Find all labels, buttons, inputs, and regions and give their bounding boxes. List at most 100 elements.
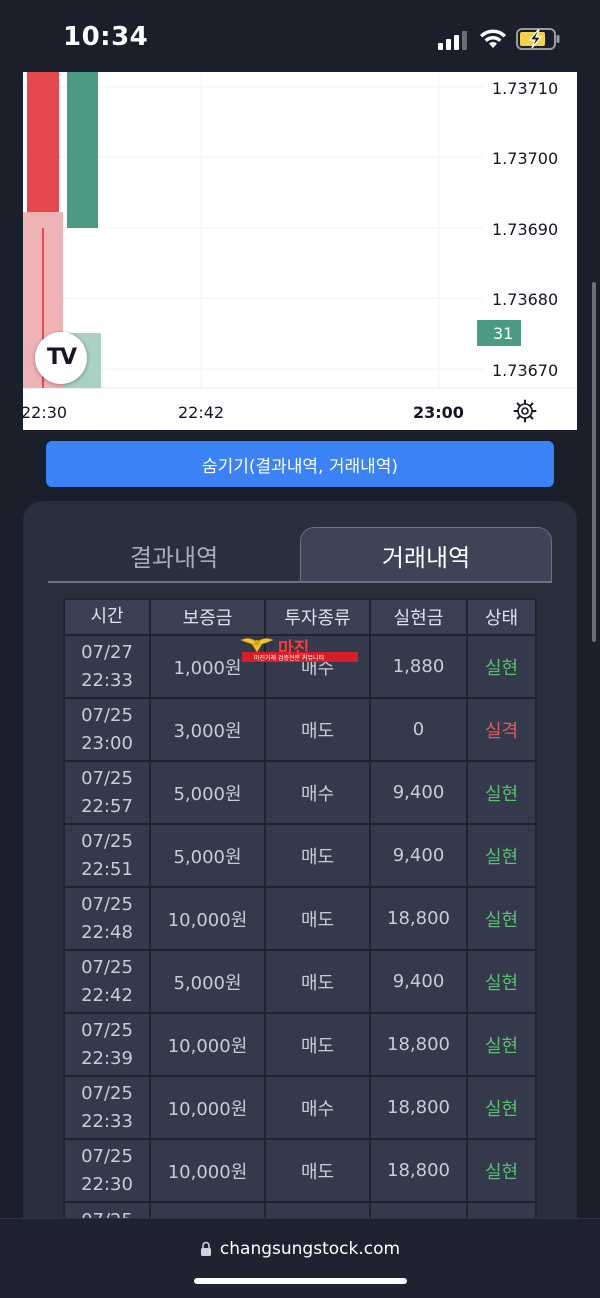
battery-charging-icon — [516, 28, 560, 50]
tradingview-logo-text: TV — [46, 345, 77, 370]
cell-clock: 22:30 — [81, 1173, 133, 1195]
cell-date: 07/25 — [81, 767, 133, 789]
cell-time: 07/25 23:00 — [63, 699, 151, 760]
browser-bottom-bar: changsungstock.com — [0, 1218, 600, 1298]
table-row: 07/25 22:42 5,000원 매도 9,400 실현 — [63, 951, 537, 1014]
table-row: 07/25 22:48 10,000원 매도 18,800 실현 — [63, 888, 537, 951]
price-chart[interactable]: 1.73710 1.73700 1.73690 1.73680 1.73670 … — [23, 72, 577, 430]
home-indicator[interactable] — [194, 1278, 407, 1284]
price-label: 1.73670 — [492, 361, 558, 380]
chart-canvas[interactable]: 1.73710 1.73700 1.73690 1.73680 1.73670 … — [23, 72, 577, 430]
cell-clock: 22:51 — [81, 858, 133, 880]
history-panel: 결과내역 거래내역 시간 보증금 투자종류 실현금 상태 07/27 22:33 … — [23, 501, 577, 1261]
cell-clock: 22:57 — [81, 795, 133, 817]
cell-deposit: 3,000원 — [151, 699, 266, 760]
time-label: 22:42 — [178, 403, 224, 422]
cell-realized: 18,800 — [371, 888, 468, 949]
price-label: 1.73700 — [492, 149, 558, 168]
cell-status: 실현 — [468, 951, 537, 1012]
cellular-signal-icon — [438, 31, 467, 50]
cell-status: 실현 — [468, 888, 537, 949]
cell-status: 실현 — [468, 1077, 537, 1138]
time-label: 23:00 — [413, 403, 464, 422]
cell-clock: 22:33 — [81, 669, 133, 691]
cell-status: 실현 — [468, 1140, 537, 1201]
cell-deposit: 10,000원 — [151, 1014, 266, 1075]
cell-status: 실격 — [468, 699, 537, 760]
table-row: 07/25 22:33 10,000원 매수 18,800 실현 — [63, 1077, 537, 1140]
cell-time: 07/25 22:42 — [63, 951, 151, 1012]
current-price-badge-text: 31 — [493, 324, 513, 343]
table-row: 07/25 23:00 3,000원 매도 0 실격 — [63, 699, 537, 762]
cell-status: 실현 — [468, 1014, 537, 1075]
cell-deposit: 5,000원 — [151, 825, 266, 886]
cell-time: 07/25 22:51 — [63, 825, 151, 886]
cell-realized: 9,400 — [371, 951, 468, 1012]
cell-deposit: 10,000원 — [151, 1140, 266, 1201]
status-bar: 10:34 — [0, 0, 600, 72]
cell-time: 07/25 22:39 — [63, 1014, 151, 1075]
cell-type: 매도 — [266, 1140, 371, 1201]
cell-date: 07/25 — [81, 1145, 133, 1167]
header-time: 시간 — [63, 600, 151, 634]
cell-type: 매수 — [266, 762, 371, 823]
header-type: 투자종류 — [266, 600, 371, 634]
hide-history-button[interactable]: 숨기기(결과내역, 거래내역) — [46, 441, 554, 487]
cell-deposit: 5,000원 — [151, 762, 266, 823]
table-header-row: 시간 보증금 투자종류 실현금 상태 — [63, 598, 537, 636]
trade-history-table: 시간 보증금 투자종류 실현금 상태 07/27 22:33 1,000원 매수 … — [63, 598, 537, 1261]
cell-type: 매도 — [266, 951, 371, 1012]
tab-results[interactable]: 결과내역 — [48, 527, 300, 583]
cell-clock: 22:48 — [81, 921, 133, 943]
cell-time: 07/25 22:33 — [63, 1077, 151, 1138]
cell-date: 07/25 — [81, 1082, 133, 1104]
watermark-subtitle: 마진거래 검증전문 커뮤니티 — [254, 655, 325, 662]
url-text: changsungstock.com — [219, 1239, 401, 1259]
price-label: 1.73710 — [492, 79, 558, 98]
table-row: 07/25 22:30 10,000원 매도 18,800 실현 — [63, 1140, 537, 1203]
cell-time: 07/25 22:57 — [63, 762, 151, 823]
lock-icon — [200, 1241, 211, 1256]
cell-clock: 22:42 — [81, 984, 133, 1006]
cell-date: 07/25 — [81, 1019, 133, 1041]
watermark-logo: 마진 마진거래 검증전문 커뮤니티 — [240, 634, 360, 664]
cell-time: 07/25 22:30 — [63, 1140, 151, 1201]
cell-date: 07/25 — [81, 893, 133, 915]
price-label: 1.73690 — [492, 220, 558, 239]
cell-realized: 1,880 — [371, 636, 468, 697]
cell-type: 매수 — [266, 1077, 371, 1138]
address-bar[interactable]: changsungstock.com — [0, 1239, 600, 1259]
cell-time: 07/25 22:48 — [63, 888, 151, 949]
header-realized: 실현금 — [371, 600, 468, 634]
time-label: 22:30 — [23, 403, 67, 422]
gear-icon[interactable] — [513, 399, 537, 423]
price-label: 1.73680 — [492, 290, 558, 309]
tab-trades[interactable]: 거래내역 — [300, 527, 552, 583]
cell-date: 07/27 — [81, 641, 133, 663]
cell-realized: 9,400 — [371, 762, 468, 823]
candle-down-1 — [27, 72, 59, 228]
cell-date: 07/25 — [81, 956, 133, 978]
status-time: 10:34 — [63, 22, 149, 52]
cell-realized: 9,400 — [371, 825, 468, 886]
cell-type: 매도 — [266, 825, 371, 886]
cell-time: 07/27 22:33 — [63, 636, 151, 697]
cell-deposit: 10,000원 — [151, 1077, 266, 1138]
tab-divider — [48, 581, 552, 583]
header-deposit: 보증금 — [151, 600, 266, 634]
candle-up-1 — [67, 72, 98, 228]
wifi-icon — [480, 29, 506, 48]
scrollbar[interactable] — [592, 282, 596, 642]
cell-date: 07/25 — [81, 830, 133, 852]
cell-clock: 22:33 — [81, 1110, 133, 1132]
header-status: 상태 — [468, 600, 537, 634]
cell-realized: 18,800 — [371, 1140, 468, 1201]
cell-deposit: 10,000원 — [151, 888, 266, 949]
cell-clock: 23:00 — [81, 732, 133, 754]
cell-realized: 18,800 — [371, 1014, 468, 1075]
cell-realized: 18,800 — [371, 1077, 468, 1138]
tradingview-logo[interactable]: TV — [35, 332, 87, 384]
eagle-emblem-icon — [240, 638, 274, 653]
cell-type: 매도 — [266, 1014, 371, 1075]
cell-realized: 0 — [371, 699, 468, 760]
